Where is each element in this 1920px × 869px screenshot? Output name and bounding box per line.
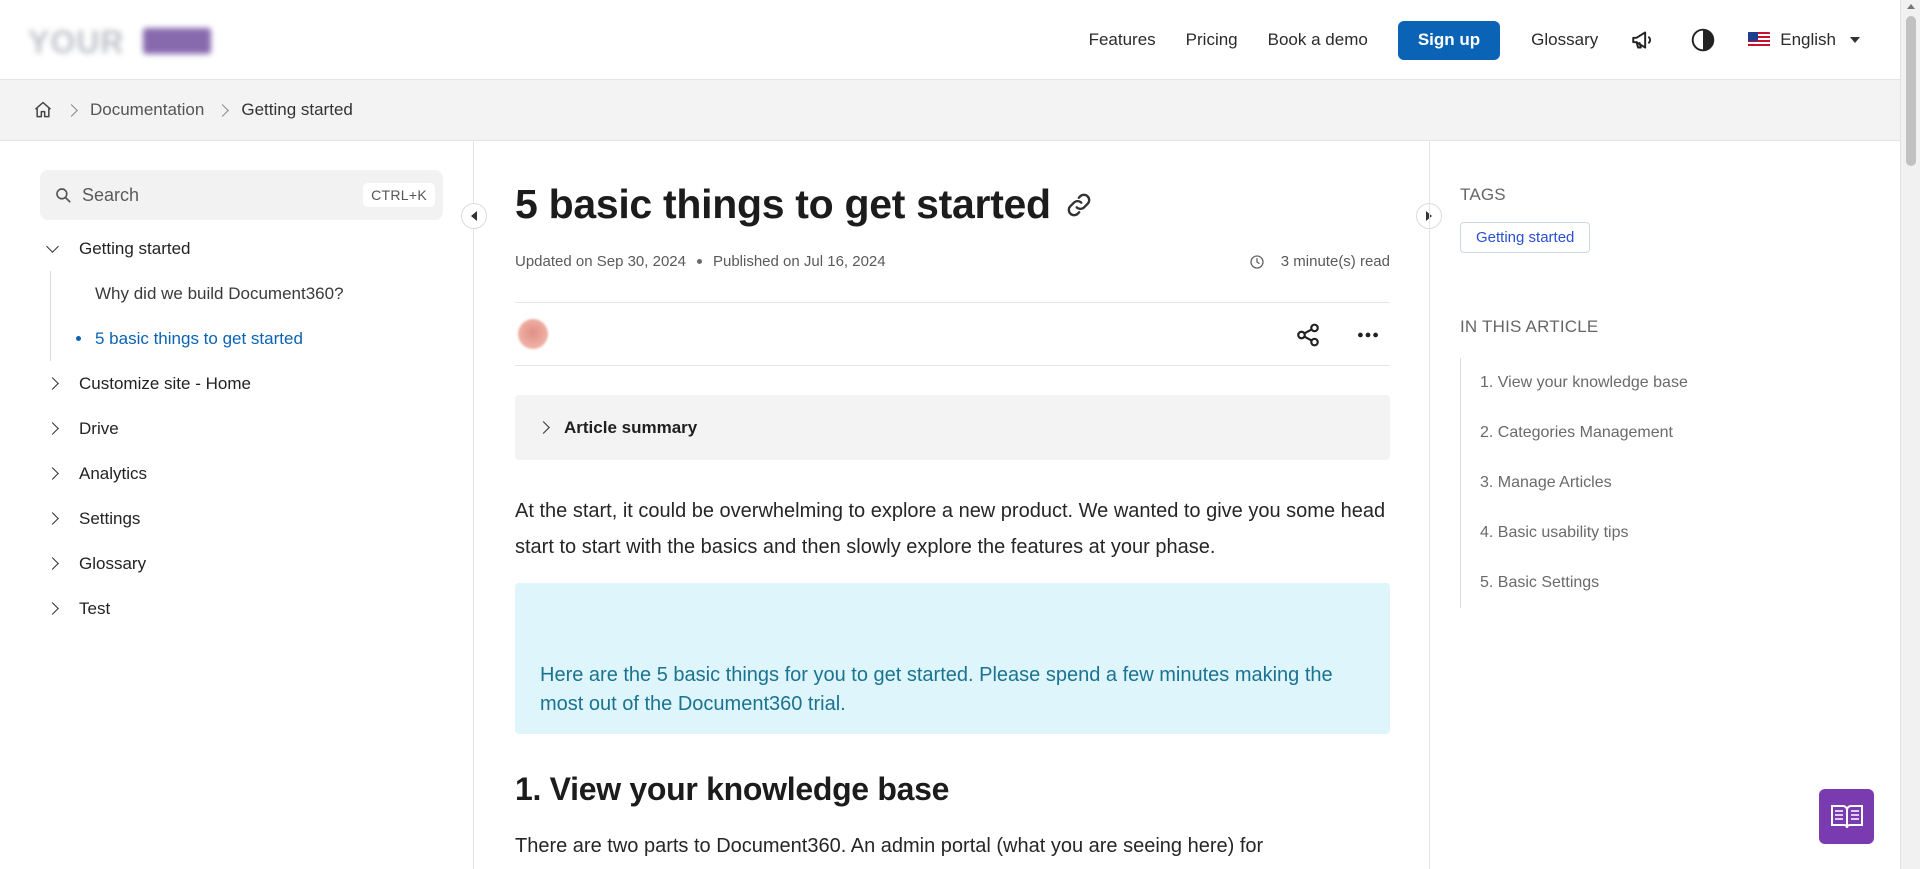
info-callout: Here are the 5 basic things for you to g… <box>515 583 1390 734</box>
article-intro: At the start, it could be overwhelming t… <box>515 500 1386 558</box>
search-placeholder: Search <box>82 184 140 205</box>
scroll-up-arrow[interactable] <box>1907 4 1915 9</box>
logo-text: YOUR <box>28 24 125 60</box>
article-title: 5 basic things to get started <box>515 181 1051 227</box>
article-title-row: 5 basic things to get started <box>515 181 1093 228</box>
tags-heading: TAGS <box>1460 185 1506 204</box>
top-header: YOUR Features Pricing Book a demo Sign u… <box>0 0 1900 80</box>
sidebar-item-label: Glossary <box>79 553 147 573</box>
language-label: English <box>1780 30 1836 49</box>
language-selector[interactable]: English <box>1748 30 1860 50</box>
megaphone-icon[interactable] <box>1628 25 1658 55</box>
section-text: There are two parts to Document360. An a… <box>515 835 1264 857</box>
sidebar-item-test[interactable]: Test <box>40 586 460 631</box>
updated-date: Updated on Sep 30, 2024 <box>515 253 686 270</box>
more-icon[interactable] <box>1355 322 1381 348</box>
sidebar-item-glossary[interactable]: Glossary <box>40 541 460 586</box>
sidebar-item-label: Analytics <box>79 463 148 483</box>
author-bar <box>515 302 1390 366</box>
toc-item[interactable]: 4. Basic usability tips <box>1461 508 1688 558</box>
sidebar-item-label: Settings <box>79 508 141 528</box>
chevron-right-icon <box>46 602 59 615</box>
nav-features-link[interactable]: Features <box>1089 30 1156 50</box>
toc-item[interactable]: 5. Basic Settings <box>1461 558 1688 608</box>
toc-item[interactable]: 2. Categories Management <box>1461 408 1688 458</box>
chevron-right-icon <box>216 103 230 117</box>
caret-down-icon <box>1850 37 1860 43</box>
search-input[interactable]: Search CTRL+K <box>40 170 443 220</box>
nav-pricing-link[interactable]: Pricing <box>1186 30 1238 50</box>
right-rail: TAGS Getting started IN THIS ARTICLE 1. … <box>1429 141 1900 869</box>
search-icon <box>56 188 71 203</box>
sidebar-item-label: Test <box>79 598 111 618</box>
chevron-right-icon <box>46 377 59 390</box>
caret-left-icon <box>471 211 477 221</box>
sidebar-item-customize-site[interactable]: Customize site - Home <box>40 361 460 406</box>
article-meta: Updated on Sep 30, 2024 Published on Jul… <box>515 253 1390 270</box>
read-time-label: 3 minute(s) read <box>1280 253 1390 270</box>
article-summary-toggle[interactable]: Article summary <box>515 395 1390 460</box>
sidebar-subitem-why-document360[interactable]: Why did we build Document360? <box>51 271 460 316</box>
callout-text: Here are the 5 basic things for you to g… <box>540 664 1333 715</box>
collapse-left-sidebar-button[interactable] <box>461 203 487 229</box>
chevron-right-icon <box>46 467 59 480</box>
chevron-right-icon <box>46 512 59 525</box>
sidebar-item-drive[interactable]: Drive <box>40 406 460 451</box>
sidebar-subitems: Why did we build Document360? 5 basic th… <box>50 271 460 361</box>
site-logo[interactable]: YOUR <box>28 22 212 60</box>
home-icon[interactable] <box>33 100 53 120</box>
article-summary-label: Article summary <box>564 417 698 437</box>
sidebar-item-analytics[interactable]: Analytics <box>40 451 460 496</box>
published-date: Published on Jul 16, 2024 <box>712 253 886 270</box>
chevron-right-icon <box>46 422 59 435</box>
breadcrumb-documentation[interactable]: Documentation <box>90 100 204 120</box>
toc-item[interactable]: 3. Manage Articles <box>1461 458 1688 508</box>
left-sidebar: Search CTRL+K Getting started Why did we… <box>0 141 474 869</box>
chevron-right-icon <box>46 557 59 570</box>
contrast-icon[interactable] <box>1688 25 1718 55</box>
book-icon <box>1830 804 1863 828</box>
table-of-contents: 1. View your knowledge base 2. Categorie… <box>1460 358 1688 608</box>
nav-glossary-link[interactable]: Glossary <box>1531 30 1598 50</box>
toc-heading: IN THIS ARTICLE <box>1460 317 1599 336</box>
clock-icon <box>1250 254 1264 269</box>
share-icon[interactable] <box>1295 322 1321 348</box>
flag-icon <box>1748 32 1771 48</box>
read-time: 3 minute(s) read <box>1249 253 1390 270</box>
article-content: 5 basic things to get started Updated on… <box>515 141 1390 869</box>
breadcrumb: Documentation Getting started <box>0 80 1900 141</box>
logo-block <box>143 28 211 54</box>
chevron-right-icon <box>65 103 78 117</box>
category-tree: Getting started Why did we build Documen… <box>40 226 460 631</box>
sidebar-item-label: Drive <box>79 418 119 438</box>
tag-getting-started[interactable]: Getting started <box>1460 222 1591 253</box>
sidebar-item-label: Getting started <box>79 238 191 258</box>
meta-separator <box>696 259 702 264</box>
breadcrumb-current: Getting started <box>241 100 353 119</box>
page-scrollbar[interactable] <box>1900 0 1920 869</box>
nav-book-demo-link[interactable]: Book a demo <box>1268 30 1368 50</box>
top-nav: Features Pricing Book a demo Sign up Glo… <box>1089 20 1860 60</box>
scroll-thumb[interactable] <box>1906 16 1916 166</box>
sidebar-item-label: Customize site - Home <box>79 373 251 393</box>
signup-button[interactable]: Sign up <box>1397 20 1501 60</box>
chevron-down-icon <box>46 240 59 253</box>
knowledge-base-widget-button[interactable] <box>1819 789 1874 844</box>
avatar[interactable] <box>518 319 548 349</box>
sidebar-item-settings[interactable]: Settings <box>40 496 460 541</box>
search-shortcut-badge: CTRL+K <box>363 183 435 207</box>
link-icon[interactable] <box>1065 191 1093 219</box>
sidebar-item-getting-started[interactable]: Getting started <box>40 226 460 271</box>
toc-item[interactable]: 1. View your knowledge base <box>1461 358 1688 408</box>
chevron-right-icon <box>537 421 550 434</box>
section-heading: 1. View your knowledge base <box>515 771 950 807</box>
sidebar-subitem-5-basic-things[interactable]: 5 basic things to get started <box>51 316 460 361</box>
